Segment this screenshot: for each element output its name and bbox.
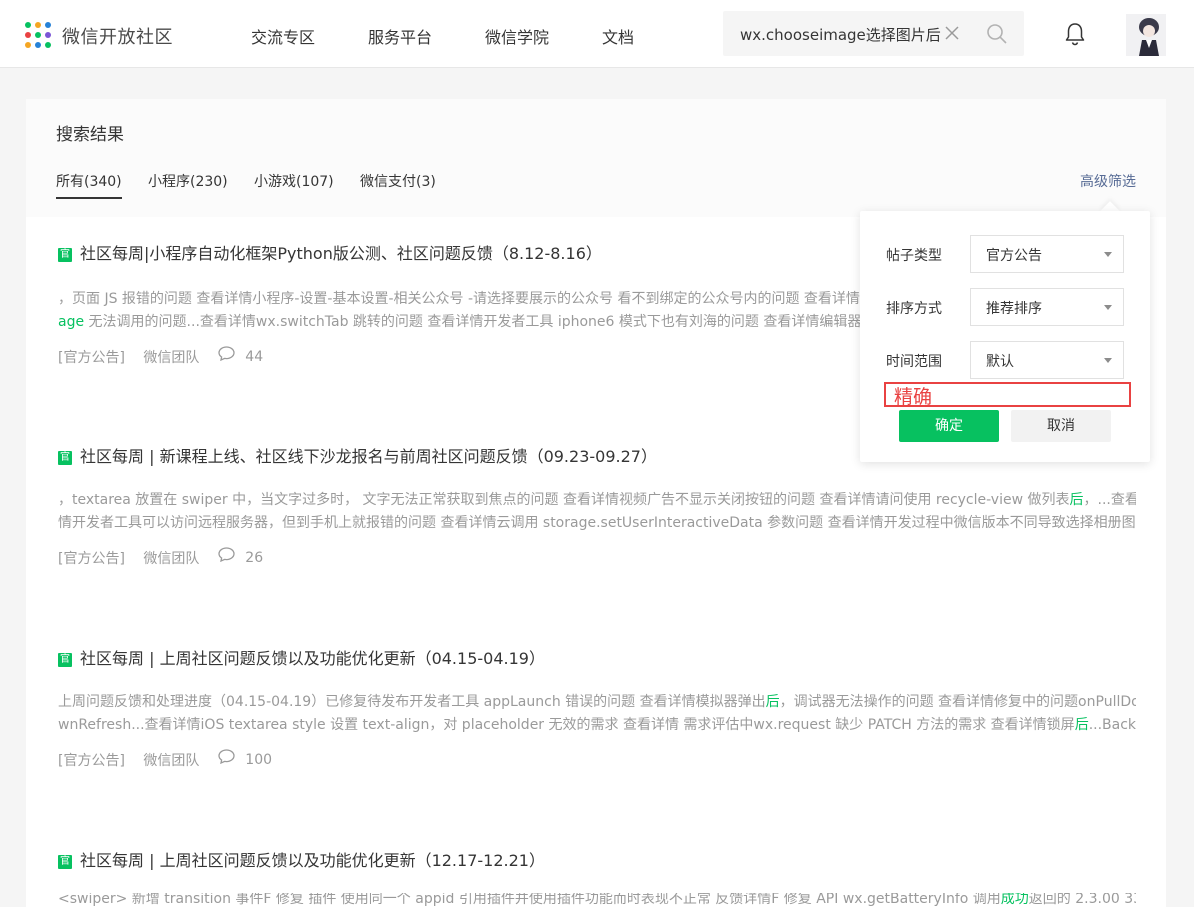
post-excerpt: ，textarea 放置在 swiper 中，当文字过多时， 文字无法正常获取到… — [58, 492, 1136, 531]
post-excerpt: 上周问题反馈和处理进度（04.15-04.19）已修复待发布开发者工具 appL… — [58, 694, 1136, 733]
exact-option-highlight[interactable]: 精确 — [884, 382, 1131, 409]
advanced-filter-link[interactable]: 高级筛选 — [1080, 171, 1136, 191]
post-meta: [官方公告] 微信团队 100 — [58, 749, 272, 770]
post-type-label: 帖子类型 — [886, 248, 942, 264]
time-range-label: 时间范围 — [886, 354, 942, 370]
nav-item-service-platform[interactable]: 服务平台 — [368, 24, 432, 48]
chevron-down-icon — [1104, 305, 1112, 310]
official-badge: 官 — [58, 248, 72, 262]
post-author[interactable]: 微信团队 — [143, 548, 199, 568]
post-meta: [官方公告] 微信团队 26 — [58, 547, 263, 568]
sort-order-label: 排序方式 — [886, 301, 942, 317]
post-meta: [官方公告] 微信团队 44 — [58, 346, 263, 367]
post-tag[interactable]: [官方公告] — [58, 347, 125, 367]
post-type-select[interactable]: 官方公告 — [970, 235, 1124, 273]
tab-mini-game[interactable]: 小游戏(107) — [254, 171, 334, 191]
confirm-button[interactable]: 确定 — [899, 410, 999, 442]
page-title: 搜索结果 — [56, 125, 124, 145]
time-range-select[interactable]: 默认 — [970, 341, 1124, 379]
exact-option-label[interactable]: 精确 — [894, 382, 932, 409]
top-navigation-bar: 微信开放社区 交流专区 服务平台 微信学院 文档 wx.chooseimage选… — [0, 0, 1194, 68]
search-input[interactable]: wx.chooseimage选择图片后 — [740, 24, 942, 45]
search-box[interactable]: wx.chooseimage选择图片后 — [723, 11, 1024, 56]
user-avatar[interactable] — [1126, 14, 1166, 56]
clear-search-icon[interactable] — [942, 23, 962, 43]
post-tag[interactable]: [官方公告] — [58, 750, 125, 770]
post-author[interactable]: 微信团队 — [143, 750, 199, 770]
post-excerpt: <swiper> 新增 transition 事件F 修复 插件 使用同一个 a… — [58, 893, 1136, 907]
comment-count: 26 — [245, 550, 264, 566]
chevron-down-icon — [1104, 358, 1112, 363]
post-author[interactable]: 微信团队 — [143, 347, 199, 367]
tab-wechat-pay[interactable]: 微信支付(3) — [360, 171, 436, 191]
search-icon[interactable] — [986, 23, 1008, 45]
nav-item-discussion[interactable]: 交流专区 — [251, 24, 315, 48]
post-title-link[interactable]: 官社区每周 | 上周社区问题反馈以及功能优化更新（12.17-12.21） — [58, 847, 545, 871]
cancel-button[interactable]: 取消 — [1011, 410, 1111, 442]
tab-mini-program[interactable]: 小程序(230) — [148, 171, 228, 191]
comment-count: 44 — [245, 349, 264, 365]
comment-count: 100 — [245, 752, 273, 768]
comment-icon — [218, 547, 235, 563]
official-badge: 官 — [58, 451, 72, 465]
wechat-community-logo-icon[interactable] — [25, 22, 51, 48]
sort-order-select[interactable]: 推荐排序 — [970, 288, 1124, 326]
notification-bell-icon[interactable] — [1064, 22, 1086, 46]
comment-icon — [218, 346, 235, 362]
official-badge: 官 — [58, 653, 72, 667]
nav-item-docs[interactable]: 文档 — [602, 24, 634, 48]
official-badge: 官 — [58, 855, 72, 869]
results-header: 搜索结果 所有(340) 小程序(230) 小游戏(107) 微信支付(3) 高… — [26, 99, 1166, 217]
comment-icon — [218, 749, 235, 765]
nav-item-academy[interactable]: 微信学院 — [485, 24, 549, 48]
brand-name[interactable]: 微信开放社区 — [62, 23, 173, 49]
post-title-link[interactable]: 官社区每周|小程序自动化框架Python版公测、社区问题反馈（8.12-8.16… — [58, 240, 602, 264]
post-tag[interactable]: [官方公告] — [58, 548, 125, 568]
post-title-link[interactable]: 官社区每周 | 上周社区问题反馈以及功能优化更新（04.15-04.19） — [58, 645, 545, 669]
chevron-down-icon — [1104, 252, 1112, 257]
post-title-link[interactable]: 官社区每周 | 新课程上线、社区线下沙龙报名与前周社区问题反馈（09.23-09… — [58, 443, 657, 467]
tab-all[interactable]: 所有(340) — [56, 171, 122, 199]
